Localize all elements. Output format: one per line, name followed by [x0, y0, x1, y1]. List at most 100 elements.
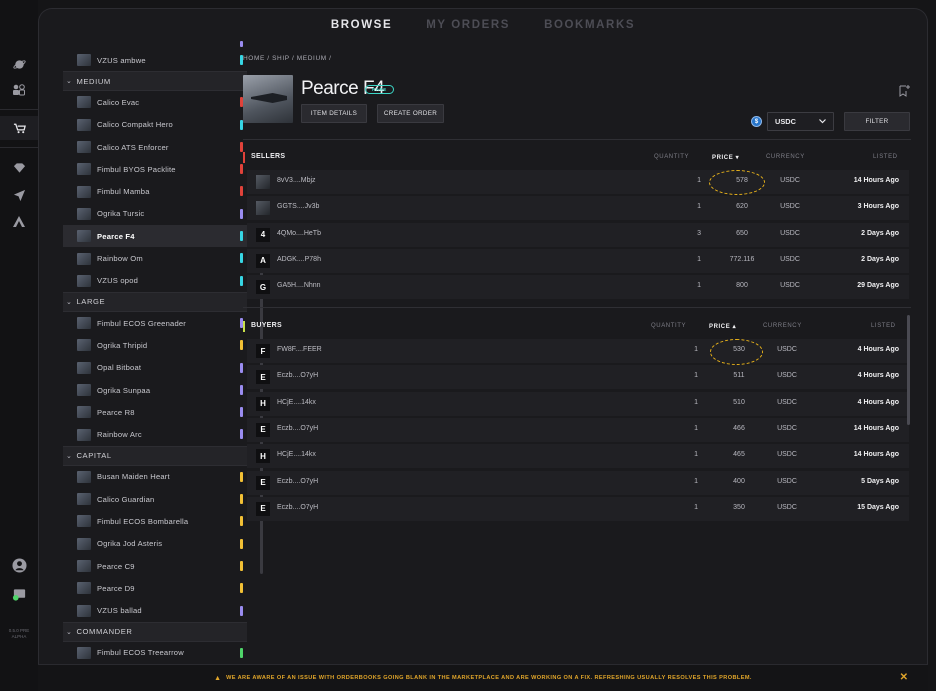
rocket-icon[interactable] — [0, 183, 38, 207]
sidebar-item-label: Calico Guardian — [97, 494, 155, 504]
sidebar-item[interactable]: Ogrika Thripid — [63, 334, 247, 356]
sidebar-item[interactable]: Pearce F4 — [63, 225, 247, 248]
ship-thumbnail — [77, 646, 91, 659]
sidebar-item[interactable]: Ogrika Sunpaa — [63, 379, 247, 401]
filter-button[interactable]: FILTER — [844, 112, 910, 131]
close-icon[interactable]: ✕ — [900, 672, 908, 683]
sidebar-item[interactable]: Fimbul ECOS Treearrow — [63, 642, 247, 664]
sidebar-item[interactable]: Ogrika Tursic — [63, 203, 247, 225]
order-row[interactable]: H HCjE....14kx 1 465 USDC 14 Hours Ago — [247, 444, 909, 469]
sidebar-item[interactable]: VZUS opod — [63, 270, 247, 292]
order-row[interactable]: GGTS....Jv3b 1 620 USDC 3 Hours Ago — [247, 196, 909, 221]
sidebar-item[interactable]: VZUS Pulse — [63, 41, 247, 49]
order-row[interactable]: H HCjE....14kx 1 510 USDC 4 Hours Ago — [247, 391, 909, 416]
sidebar-item[interactable]: Ogrika Jod Asteris — [63, 533, 247, 555]
order-listed-time: 14 Hours Ago — [853, 451, 899, 459]
sidebar-item[interactable]: Fimbul ECOS Greenader — [63, 312, 247, 334]
tab-browse[interactable]: BROWSE — [331, 19, 392, 31]
order-row[interactable]: 8vV3....Mbjz 1 578 USDC 14 Hours Ago — [247, 170, 909, 194]
ship-thumbnail — [77, 317, 91, 330]
sidebar-item[interactable]: VZUS ambwe — [63, 49, 247, 71]
sidebar-item-label: Pearce R8 — [97, 407, 135, 417]
sidebar-item[interactable]: Opal Bitboat — [63, 357, 247, 379]
order-row[interactable]: F FW8F....FEER 1 530 USDC 4 Hours Ago — [247, 339, 909, 363]
buyers-col-listed[interactable]: LISTED — [871, 323, 896, 329]
sidebar-item[interactable]: Pearce R8 — [63, 401, 247, 423]
sidebar-item[interactable]: Fimbul ECOS Bombarella — [63, 510, 247, 532]
order-row[interactable]: E Eczb....O7yH 1 466 USDC 14 Hours Ago — [247, 417, 909, 442]
order-currency: USDC — [780, 203, 800, 211]
wallet-icon[interactable] — [0, 582, 38, 606]
sidebar-item-label: Fimbul ECOS Bombarella — [97, 516, 189, 526]
planet-icon[interactable] — [0, 52, 38, 76]
sidebar-item-label: Fimbul Mamba — [97, 187, 150, 197]
buyers-col-currency[interactable]: CURRENCY — [763, 323, 802, 329]
order-user-name: Eczb....O7yH — [277, 372, 319, 380]
diamond-icon[interactable] — [0, 156, 38, 180]
buyers-scrollbar[interactable] — [907, 315, 910, 425]
sidebar-item[interactable]: Rainbow Arc — [63, 423, 247, 445]
order-row[interactable]: A ADGK....P78h 1 772.116 USDC 2 Days Ago — [247, 248, 909, 273]
category-header[interactable]: ⌄ LARGE — [63, 291, 247, 312]
category-header[interactable]: ⌄ CAPITAL — [63, 445, 247, 466]
order-row[interactable]: E Eczb....O7yH 1 400 USDC 5 Days Ago — [247, 470, 909, 495]
sidebar-item[interactable]: Calico ATS Enforcer — [63, 136, 247, 158]
order-row[interactable]: E Eczb....O7yH 1 350 USDC 15 Days Ago — [247, 496, 909, 521]
sidebar-item-label: VZUS ambwe — [97, 55, 146, 65]
currency-select[interactable]: USDC — [767, 112, 834, 131]
order-row[interactable]: E Eczb....O7yH 1 511 USDC 4 Hours Ago — [247, 365, 909, 390]
logo-icon[interactable] — [0, 209, 38, 233]
ship-icon[interactable] — [0, 116, 38, 140]
sidebar-item[interactable]: Fimbul Mamba — [63, 180, 247, 202]
ship-thumbnail — [77, 470, 91, 483]
order-currency: USDC — [780, 282, 800, 290]
category-header[interactable]: ⌄ COMMANDER — [63, 621, 247, 642]
sidebar-item[interactable]: Busan Maiden Heart — [63, 466, 247, 488]
buyers-col-price[interactable]: PRICE ▴ — [709, 323, 736, 330]
category-header[interactable]: ⌄ MEDIUM — [63, 71, 247, 92]
sellers-col-listed[interactable]: LISTED — [873, 154, 898, 160]
ship-thumbnail — [77, 493, 91, 506]
group-icon[interactable] — [0, 78, 38, 102]
sidebar-item[interactable]: VZUS ballad — [63, 600, 247, 622]
ship-thumbnail — [77, 230, 91, 243]
sidebar-item[interactable]: Calico Evac — [63, 91, 247, 113]
ship-thumbnail — [77, 582, 91, 595]
sidebar-item[interactable]: Pearce D9 — [63, 577, 247, 599]
order-row[interactable]: G GA5H....Nhnn 1 800 USDC 29 Days Ago — [247, 275, 909, 300]
sidebar-item-label: Fimbul ECOS Treearrow — [97, 648, 184, 658]
order-row[interactable]: 4 4QMo....HeTb 3 650 USDC 2 Days Ago — [247, 222, 909, 247]
ship-thumbnail — [77, 274, 91, 287]
chevron-down-icon: ⌄ — [66, 298, 73, 306]
user-avatar: H — [256, 396, 270, 411]
sidebar-item[interactable]: Fimbul BYOS Packlite — [63, 158, 247, 180]
tab-bookmarks[interactable]: BOOKMARKS — [544, 19, 635, 31]
buyers-col-quantity[interactable]: QUANTITY — [651, 323, 686, 329]
tab-my-orders[interactable]: MY ORDERS — [426, 19, 510, 31]
sidebar-item[interactable]: Rainbow Om — [63, 247, 247, 269]
ship-thumbnail — [77, 118, 91, 131]
create-order-button[interactable]: CREATE ORDER — [377, 104, 444, 123]
order-user-name: GA5H....Nhnn — [277, 282, 321, 290]
sidebar-item[interactable]: Calico Guardian — [63, 488, 247, 510]
user-icon[interactable] — [0, 553, 38, 577]
header-divider — [243, 139, 911, 140]
order-quantity: 1 — [694, 451, 698, 459]
sidebar-item-label: Ogrika Tursic — [97, 209, 145, 219]
order-listed-time: 4 Hours Ago — [857, 398, 899, 406]
bookmark-add-icon[interactable] — [899, 85, 910, 100]
breadcrumb[interactable]: HOME / SHIP / MEDIUM / — [243, 55, 332, 62]
sellers-col-currency[interactable]: CURRENCY — [766, 154, 805, 160]
ship-thumbnail — [77, 207, 91, 220]
ship-thumbnail — [77, 163, 91, 176]
sellers-col-price[interactable]: PRICE ▾ — [712, 154, 739, 161]
sellers-title: SELLERS — [251, 153, 286, 160]
item-details-button[interactable]: ITEM DETAILS — [301, 104, 367, 123]
sidebar-item-label: VZUS ballad — [97, 606, 142, 616]
sellers-col-quantity[interactable]: QUANTITY — [654, 154, 689, 160]
ship-thumbnail — [77, 604, 91, 617]
sidebar-item[interactable]: Calico Compakt Hero — [63, 114, 247, 136]
ship-thumbnail — [77, 361, 91, 374]
sidebar-item[interactable]: Pearce C9 — [63, 555, 247, 577]
order-currency: USDC — [777, 503, 797, 511]
